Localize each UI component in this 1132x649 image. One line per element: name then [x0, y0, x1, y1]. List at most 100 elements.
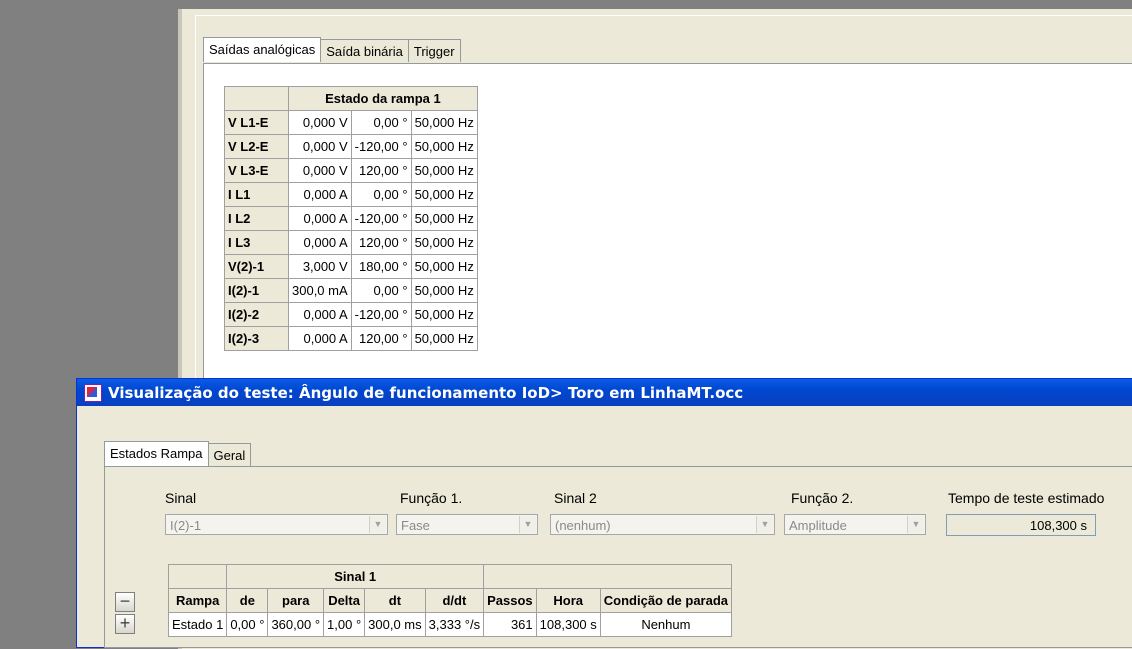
signal-select[interactable]: I(2)-1 ▼: [165, 514, 388, 535]
row-label: I L2: [224, 206, 289, 231]
corner-cell: [167, 564, 228, 589]
table-cell[interactable]: 0,00 °: [226, 612, 269, 637]
phase-cell: -120,00 °: [350, 206, 412, 231]
signal2-label: Sinal 2: [554, 490, 597, 506]
row-label: I L1: [224, 182, 289, 207]
row-label: I(2)-1: [224, 278, 289, 303]
column-header: Hora: [535, 588, 601, 613]
table-cell[interactable]: 360,00 °: [267, 612, 325, 637]
amplitude-cell: 0,000 A: [288, 302, 352, 327]
title-bar[interactable]: Visualização do teste: Ângulo de funcion…: [77, 379, 1132, 406]
phase-cell: -120,00 °: [350, 302, 412, 327]
table-row[interactable]: V L1-E 0,000 V 0,00 ° 50,000 Hz: [224, 110, 478, 135]
chevron-down-icon: ▼: [369, 516, 386, 533]
amplitude-cell: 0,000 A: [288, 206, 352, 231]
app-icon: [84, 383, 102, 402]
chevron-down-icon: ▼: [907, 516, 924, 533]
estimated-time-field: 108,300 s: [946, 514, 1096, 536]
table-row[interactable]: V(2)-1 3,000 V 180,00 ° 50,000 Hz: [224, 254, 478, 279]
column-header: Passos: [483, 588, 537, 613]
amplitude-cell: 0,000 A: [288, 230, 352, 255]
back-tabbar: Saídas analógicas Saída binária Trigger: [203, 37, 461, 62]
table-row[interactable]: I(2)-3 0,000 A 120,00 ° 50,000 Hz: [224, 326, 478, 351]
plus-icon: +: [119, 613, 131, 633]
table-row[interactable]: I L2 0,000 A -120,00 ° 50,000 Hz: [224, 206, 478, 231]
column-header: para: [267, 588, 325, 613]
row-label: I L3: [224, 230, 289, 255]
amplitude-cell: 300,0 mA: [288, 278, 352, 303]
phase-cell: 120,00 °: [350, 158, 412, 183]
add-row-button[interactable]: +: [115, 614, 135, 634]
function1-label: Função 1.: [400, 490, 463, 506]
column-header: Condição de parada: [599, 588, 733, 613]
amplitude-cell: 0,000 V: [288, 134, 352, 159]
row-label: I(2)-2: [224, 302, 289, 327]
corner-cell: [224, 86, 289, 111]
row-label: V L1-E: [224, 110, 289, 135]
column-header: dt: [364, 588, 426, 613]
phase-cell: 180,00 °: [350, 254, 412, 279]
table-row[interactable]: I L3 0,000 A 120,00 ° 50,000 Hz: [224, 230, 478, 255]
window-title: Visualização do teste: Ângulo de funcion…: [108, 383, 744, 402]
frequency-cell: 50,000 Hz: [410, 230, 478, 255]
frequency-cell: 50,000 Hz: [410, 158, 478, 183]
phase-cell: 0,00 °: [350, 278, 412, 303]
frequency-cell: 50,000 Hz: [410, 134, 478, 159]
function2-select[interactable]: Amplitude ▼: [784, 514, 926, 535]
tab-analog-outputs[interactable]: Saídas analógicas: [203, 37, 322, 62]
table-cell[interactable]: 300,0 ms: [364, 612, 426, 637]
frequency-cell: 50,000 Hz: [410, 110, 478, 135]
tab-ramp-states[interactable]: Estados Rampa: [104, 441, 209, 466]
signal2-value: (nenhum): [555, 518, 611, 533]
signal-label: Sinal: [165, 490, 197, 506]
signal2-select[interactable]: (nenhum) ▼: [550, 514, 775, 535]
table-cell[interactable]: 1,00 °: [323, 612, 366, 637]
frequency-cell: 50,000 Hz: [410, 302, 478, 327]
table-row[interactable]: V L2-E 0,000 V -120,00 ° 50,000 Hz: [224, 134, 478, 159]
column-header: d/dt: [424, 588, 485, 613]
frequency-cell: 50,000 Hz: [410, 254, 478, 279]
function1-select[interactable]: Fase ▼: [396, 514, 538, 535]
frequency-cell: 50,000 Hz: [410, 326, 478, 351]
function2-label: Função 2.: [791, 490, 854, 506]
remove-row-button[interactable]: −: [115, 592, 135, 612]
table-cell[interactable]: 108,300 s: [535, 612, 601, 637]
row-label: V L2-E: [224, 134, 289, 159]
table-cell[interactable]: 3,333 °/s: [424, 612, 485, 637]
row-label: I(2)-3: [224, 326, 289, 351]
row-label: V(2)-1: [224, 254, 289, 279]
table-cell[interactable]: Estado 1: [167, 612, 228, 637]
tab-binary-output[interactable]: Saída binária: [320, 39, 409, 62]
phase-cell: 120,00 °: [350, 230, 412, 255]
tab-trigger[interactable]: Trigger: [407, 39, 461, 62]
analog-outputs-table: Estado da rampa 1 V L1-E 0,000 V 0,00 ° 50,…: [224, 86, 478, 351]
ramp-table: Sinal 1 Rampa de para Delta dt d/dt Passos Hora…: [167, 564, 733, 637]
amplitude-cell: 0,000 A: [288, 326, 352, 351]
table-cell[interactable]: Nenhum: [599, 612, 733, 637]
frequency-cell: 50,000 Hz: [410, 206, 478, 231]
signal1-group-header: Sinal 1: [226, 564, 485, 589]
amplitude-cell: 0,000 V: [288, 158, 352, 183]
empty-group-header: [483, 564, 733, 589]
table-row[interactable]: Estado 1 0,00 ° 360,00 ° 1,00 ° 300,0 ms 3,33…: [167, 612, 733, 637]
table-cell[interactable]: 361: [483, 612, 537, 637]
minus-icon: −: [119, 591, 131, 611]
table-row[interactable]: V L3-E 0,000 V 120,00 ° 50,000 Hz: [224, 158, 478, 183]
amplitude-cell: 0,000 A: [288, 182, 352, 207]
phase-cell: 120,00 °: [350, 326, 412, 351]
amplitude-cell: 3,000 V: [288, 254, 352, 279]
estimated-time-label: Tempo de teste estimado: [948, 490, 1105, 506]
chevron-down-icon: ▼: [519, 516, 536, 533]
table-row[interactable]: I(2)-2 0,000 A -120,00 ° 50,000 Hz: [224, 302, 478, 327]
amplitude-cell: 0,000 V: [288, 110, 352, 135]
table-row[interactable]: I L1 0,000 A 0,00 ° 50,000 Hz: [224, 182, 478, 207]
signal-value: I(2)-1: [170, 518, 202, 533]
column-header: Rampa: [167, 588, 228, 613]
function1-value: Fase: [401, 518, 430, 533]
front-tabbar: Estados Rampa Geral: [104, 441, 252, 466]
table-row[interactable]: I(2)-1 300,0 mA 0,00 ° 50,000 Hz: [224, 278, 478, 303]
phase-cell: -120,00 °: [350, 134, 412, 159]
phase-cell: 0,00 °: [350, 110, 412, 135]
tab-general[interactable]: Geral: [207, 443, 252, 466]
phase-cell: 0,00 °: [350, 182, 412, 207]
